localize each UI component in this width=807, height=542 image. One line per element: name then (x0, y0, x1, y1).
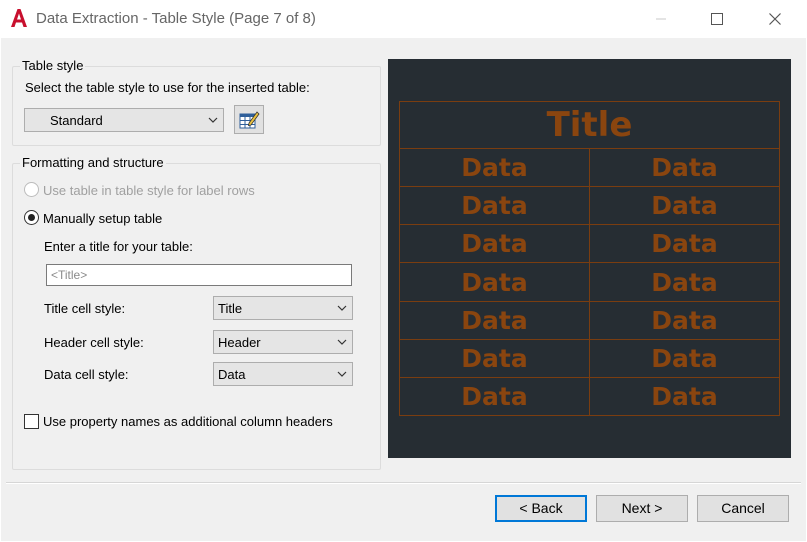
table-style-dropdown[interactable]: Standard (24, 108, 224, 132)
table-style-prompt: Select the table style to use for the in… (25, 80, 310, 95)
property-names-checkbox[interactable] (24, 414, 39, 429)
preview-data-cell: Data (399, 300, 590, 340)
preview-data-row: Data Data (399, 376, 780, 417)
header-cell-style-label: Header cell style: (44, 335, 144, 350)
radio-selected-dot (28, 214, 35, 221)
window-title: Data Extraction - Table Style (Page 7 of… (36, 10, 316, 27)
preview-data-cell: Data (399, 376, 590, 417)
preview-data-row: Data Data (399, 186, 780, 226)
preview-data-cell: Data (399, 224, 590, 264)
table-preview: Title Data Data Data Data Data Data Data Data Da… (388, 59, 791, 458)
preview-data-row: Data Data (399, 224, 780, 264)
formatting-structure-legend: Formatting and structure (20, 155, 166, 170)
preview-data-cell: Data (589, 262, 780, 302)
title-bar: Data Extraction - Table Style (Page 7 of… (0, 0, 807, 38)
preview-data-cell: Data (589, 376, 780, 417)
preview-data-row: Data Data (399, 148, 780, 188)
maximize-button[interactable] (705, 7, 729, 31)
title-cell-style-dropdown[interactable]: Title (213, 296, 353, 320)
preview-title-row: Title (399, 100, 780, 150)
preview-data-cell: Data (589, 338, 780, 378)
preview-data-cell: Data (589, 224, 780, 264)
manual-setup-radio[interactable] (24, 210, 39, 225)
data-cell-style-dropdown[interactable]: Data (213, 362, 353, 386)
header-cell-style-dropdown[interactable]: Header (213, 330, 353, 354)
back-button[interactable]: < Back (495, 495, 587, 522)
autocad-logo-icon (11, 9, 27, 27)
chevron-down-icon (337, 371, 347, 377)
label-rows-option-label: Use table in table style for label rows (43, 183, 255, 198)
preview-data-cell: Data (589, 148, 780, 188)
label-rows-radio[interactable] (24, 182, 39, 197)
preview-data-cell: Data (399, 186, 590, 226)
maximize-icon (711, 13, 723, 25)
preview-title-cell: Title (399, 100, 780, 150)
footer-separator (6, 482, 801, 484)
preview-data-cell: Data (589, 300, 780, 340)
table-style-dialog-button[interactable] (234, 105, 264, 134)
minimize-icon (656, 18, 666, 20)
preview-data-cell: Data (399, 148, 590, 188)
preview-table: Title Data Data Data Data Data Data Data Data Da… (399, 100, 780, 417)
header-cell-style-value: Header (218, 335, 261, 350)
chevron-down-icon (337, 339, 347, 345)
table-title-input[interactable] (46, 264, 352, 286)
title-prompt-label: Enter a title for your table: (44, 239, 193, 254)
preview-data-cell: Data (399, 338, 590, 378)
preview-data-row: Data Data (399, 262, 780, 302)
table-style-value: Standard (50, 113, 103, 128)
title-cell-style-label: Title cell style: (44, 301, 126, 316)
preview-data-cell: Data (399, 262, 590, 302)
data-cell-style-value: Data (218, 367, 246, 382)
table-style-group: Table style (12, 58, 381, 146)
next-button[interactable]: Next > (596, 495, 688, 522)
preview-data-cell: Data (589, 186, 780, 226)
property-names-label: Use property names as additional column … (43, 414, 333, 429)
preview-data-row: Data Data (399, 338, 780, 378)
preview-data-row: Data Data (399, 300, 780, 340)
cancel-button[interactable]: Cancel (697, 495, 789, 522)
manual-setup-option-label: Manually setup table (43, 211, 163, 226)
table-style-legend: Table style (20, 58, 86, 73)
data-cell-style-label: Data cell style: (44, 367, 129, 382)
minimize-button[interactable] (649, 7, 673, 31)
close-icon (769, 13, 781, 25)
dialog-body: Table style Select the table style to us… (1, 38, 806, 541)
title-cell-style-value: Title (218, 301, 243, 316)
chevron-down-icon (208, 117, 218, 123)
close-window-button[interactable] (763, 7, 787, 31)
chevron-down-icon (337, 305, 347, 311)
table-style-edit-icon (239, 111, 260, 129)
